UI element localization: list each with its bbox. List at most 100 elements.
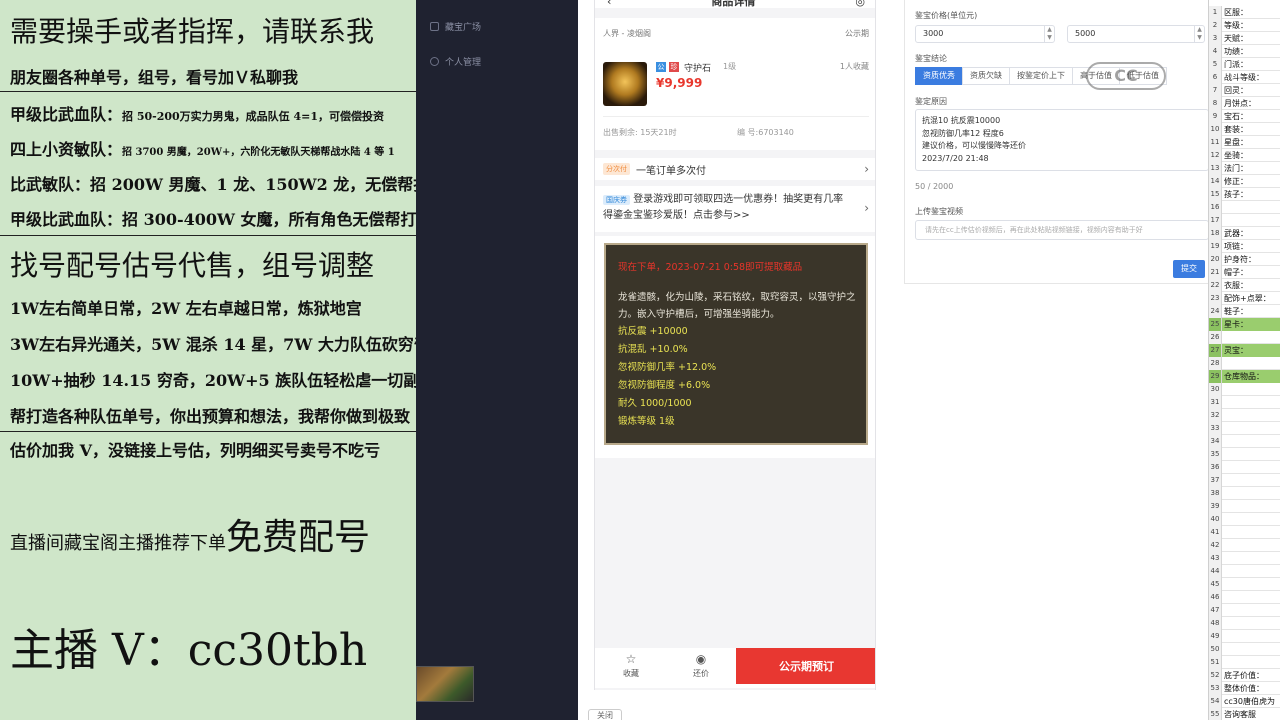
cell[interactable] bbox=[1222, 513, 1280, 526]
cell[interactable]: 底子价值： bbox=[1222, 669, 1280, 682]
sheet-row[interactable]: 19 项链： bbox=[1209, 240, 1280, 253]
cell[interactable] bbox=[1222, 461, 1280, 474]
cell[interactable]: 功绩： bbox=[1222, 45, 1280, 58]
sheet-row[interactable]: 7 回灵： bbox=[1209, 84, 1280, 97]
sheet-row[interactable]: 5 门派： bbox=[1209, 58, 1280, 71]
cell[interactable]: 衣服： bbox=[1222, 279, 1280, 292]
cell[interactable] bbox=[1222, 591, 1280, 604]
sheet-row[interactable]: 31 bbox=[1209, 396, 1280, 409]
cell[interactable] bbox=[1222, 565, 1280, 578]
cell[interactable]: 星盘： bbox=[1222, 136, 1280, 149]
cell[interactable] bbox=[1222, 331, 1280, 344]
sheet-row[interactable]: 24 鞋子： bbox=[1209, 305, 1280, 318]
option-excellent[interactable]: 资质优秀 bbox=[915, 67, 963, 85]
cell[interactable]: 孩子： bbox=[1222, 188, 1280, 201]
cell[interactable] bbox=[1222, 630, 1280, 643]
cell[interactable]: 鞋子： bbox=[1222, 305, 1280, 318]
sheet-row[interactable]: 42 bbox=[1209, 539, 1280, 552]
cell[interactable]: 套装： bbox=[1222, 123, 1280, 136]
cell[interactable]: 仓库物品： bbox=[1222, 370, 1280, 383]
sidebar-item-market[interactable]: 藏宝广场 bbox=[430, 20, 481, 33]
sheet-row[interactable]: 47 bbox=[1209, 604, 1280, 617]
sheet-row[interactable]: 16 bbox=[1209, 201, 1280, 214]
price-low-input[interactable]: 3000 ▲ ▼ bbox=[915, 25, 1055, 43]
sheet-row[interactable]: 23 配饰+点翠： bbox=[1209, 292, 1280, 305]
sheet-row[interactable]: 36 bbox=[1209, 461, 1280, 474]
stepper-icon[interactable]: ▲ ▼ bbox=[1194, 26, 1204, 42]
sheet-row[interactable]: 32 bbox=[1209, 409, 1280, 422]
sheet-row[interactable]: 18 武器： bbox=[1209, 227, 1280, 240]
cell[interactable] bbox=[1222, 487, 1280, 500]
video-link-input[interactable]: 请先在cc上传估价视频后，再在此处粘贴视频链接，视频内容有助于好 bbox=[915, 220, 1209, 240]
bargain-button[interactable]: ◉ 还价 bbox=[671, 652, 731, 679]
cell[interactable]: cc30唐伯虎为 bbox=[1222, 695, 1280, 708]
cell[interactable] bbox=[1222, 214, 1280, 227]
cell[interactable] bbox=[1222, 357, 1280, 370]
cell[interactable] bbox=[1222, 617, 1280, 630]
cell[interactable]: 法门： bbox=[1222, 162, 1280, 175]
cell[interactable]: 门派： bbox=[1222, 58, 1280, 71]
sheet-row[interactable]: 29 仓库物品： bbox=[1209, 370, 1280, 383]
cell[interactable]: 月饼点： bbox=[1222, 97, 1280, 110]
cell[interactable]: 武器： bbox=[1222, 227, 1280, 240]
close-button[interactable]: 关闭 bbox=[588, 709, 622, 720]
sheet-row[interactable]: 33 bbox=[1209, 422, 1280, 435]
cell[interactable]: 天赋： bbox=[1222, 32, 1280, 45]
cell[interactable]: 等级： bbox=[1222, 19, 1280, 32]
option-lacking[interactable]: 资质欠缺 bbox=[962, 67, 1010, 85]
cell[interactable] bbox=[1222, 409, 1280, 422]
sheet-row[interactable]: 10 套装： bbox=[1209, 123, 1280, 136]
cell[interactable]: 修正： bbox=[1222, 175, 1280, 188]
sheet-row[interactable]: 17 bbox=[1209, 214, 1280, 227]
cell[interactable] bbox=[1222, 201, 1280, 214]
sheet-row[interactable]: 25 星卡： bbox=[1209, 318, 1280, 331]
cell[interactable] bbox=[1222, 383, 1280, 396]
sheet-row[interactable]: 21 帽子： bbox=[1209, 266, 1280, 279]
cell[interactable]: 战斗等级： bbox=[1222, 71, 1280, 84]
submit-button[interactable]: 提交 bbox=[1173, 260, 1205, 278]
sheet-row[interactable]: 9 宝石： bbox=[1209, 110, 1280, 123]
cell[interactable] bbox=[1222, 552, 1280, 565]
item-image[interactable] bbox=[603, 62, 647, 106]
cell[interactable] bbox=[1222, 578, 1280, 591]
sheet-row[interactable]: 44 bbox=[1209, 565, 1280, 578]
sheet-row[interactable]: 13 法门： bbox=[1209, 162, 1280, 175]
sheet-row[interactable]: 39 bbox=[1209, 500, 1280, 513]
sheet-row[interactable]: 51 bbox=[1209, 656, 1280, 669]
sheet-row[interactable]: 22 衣服： bbox=[1209, 279, 1280, 292]
cell[interactable] bbox=[1222, 526, 1280, 539]
cell[interactable]: 坐骑： bbox=[1222, 149, 1280, 162]
stepper-icon[interactable]: ▲ ▼ bbox=[1044, 26, 1054, 42]
cell[interactable] bbox=[1222, 474, 1280, 487]
sheet-row[interactable]: 54 cc30唐伯虎为 bbox=[1209, 695, 1280, 708]
share-icon[interactable]: ◎ bbox=[855, 0, 865, 8]
reason-textarea[interactable]: 抗混10 抗反震10000 忽视防御几率12 程度6 建议价格，可以慢慢降等还价… bbox=[915, 109, 1209, 171]
cell[interactable] bbox=[1222, 643, 1280, 656]
cell[interactable]: 咨询客服 bbox=[1222, 708, 1280, 720]
cell[interactable]: 护身符： bbox=[1222, 253, 1280, 266]
sheet-row[interactable]: 37 bbox=[1209, 474, 1280, 487]
sidebar-item-personal[interactable]: 个人管理 bbox=[430, 55, 481, 68]
cell[interactable]: 配饰+点翠： bbox=[1222, 292, 1280, 305]
sheet-row[interactable]: 28 bbox=[1209, 357, 1280, 370]
sheet-row[interactable]: 48 bbox=[1209, 617, 1280, 630]
sheet-row[interactable]: 55 咨询客服 bbox=[1209, 708, 1280, 720]
cell[interactable]: 项链： bbox=[1222, 240, 1280, 253]
cell[interactable] bbox=[1222, 435, 1280, 448]
sheet-row[interactable]: 38 bbox=[1209, 487, 1280, 500]
sheet-row[interactable]: 15 孩子： bbox=[1209, 188, 1280, 201]
cell[interactable]: 回灵： bbox=[1222, 84, 1280, 97]
sheet-row[interactable]: 8 月饼点： bbox=[1209, 97, 1280, 110]
sheet-row[interactable]: 6 战斗等级： bbox=[1209, 71, 1280, 84]
sheet-row[interactable]: 27 灵宝： bbox=[1209, 344, 1280, 357]
sheet-row[interactable]: 14 修正： bbox=[1209, 175, 1280, 188]
cell[interactable]: 帽子： bbox=[1222, 266, 1280, 279]
sheet-row[interactable]: 34 bbox=[1209, 435, 1280, 448]
sheet-row[interactable]: 20 护身符： bbox=[1209, 253, 1280, 266]
sheet-row[interactable]: 35 bbox=[1209, 448, 1280, 461]
sheet-row[interactable]: 43 bbox=[1209, 552, 1280, 565]
sheet-row[interactable]: 4 功绩： bbox=[1209, 45, 1280, 58]
sheet-row[interactable]: 46 bbox=[1209, 591, 1280, 604]
cell[interactable]: 星卡： bbox=[1222, 318, 1280, 331]
option-price-range[interactable]: 按鉴定价上下 bbox=[1009, 67, 1073, 85]
